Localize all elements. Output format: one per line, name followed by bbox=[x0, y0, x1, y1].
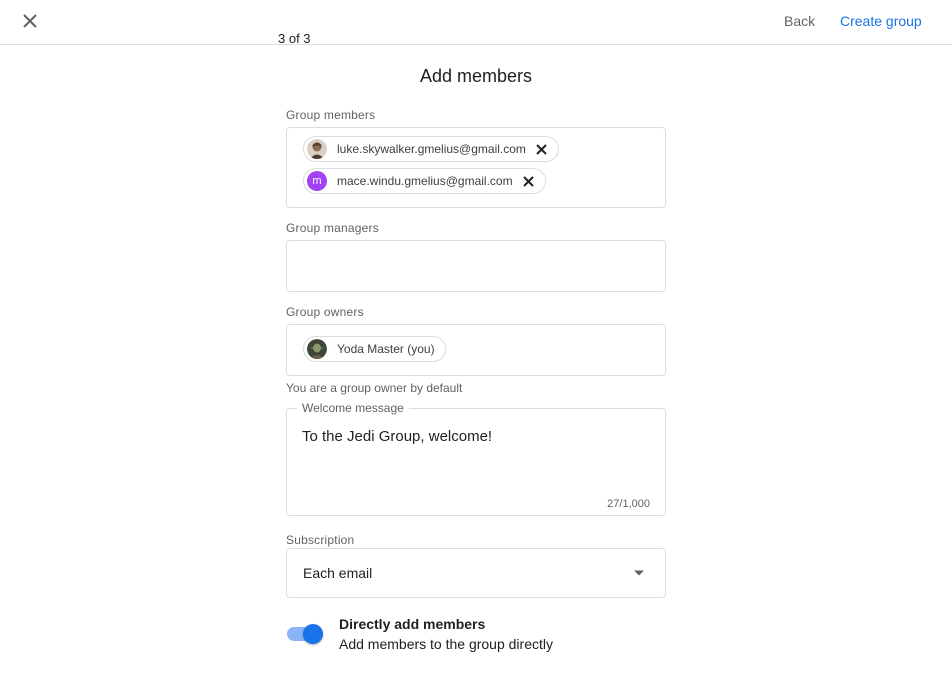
character-counter: 27/1,000 bbox=[607, 498, 650, 510]
member-chip[interactable]: luke.skywalker.gmelius@gmail.com bbox=[303, 136, 559, 162]
close-button[interactable] bbox=[18, 9, 42, 33]
group-owners-field[interactable]: Yoda Master (you) bbox=[286, 324, 666, 376]
owner-chip[interactable]: Yoda Master (you) bbox=[303, 336, 446, 362]
owner-helper-text: You are a group owner by default bbox=[286, 381, 463, 395]
group-members-field[interactable]: luke.skywalker.gmelius@gmail.com m mace.… bbox=[286, 127, 666, 208]
welcome-message-label: Welcome message bbox=[297, 401, 409, 415]
back-button[interactable]: Back bbox=[784, 13, 815, 29]
member-chip-label: luke.skywalker.gmelius@gmail.com bbox=[337, 142, 526, 156]
group-managers-field[interactable] bbox=[286, 240, 666, 292]
close-icon bbox=[523, 175, 534, 187]
mace-avatar: m bbox=[307, 171, 327, 191]
owner-chip-label: Yoda Master (you) bbox=[337, 342, 435, 356]
luke-avatar bbox=[307, 139, 327, 159]
toggle-thumb bbox=[303, 624, 323, 644]
step-indicator: 3 of 3 bbox=[278, 31, 311, 46]
close-icon bbox=[536, 143, 548, 155]
remove-member-button[interactable] bbox=[534, 141, 550, 157]
page-title: Add members bbox=[419, 66, 533, 86]
remove-member-button[interactable] bbox=[521, 173, 537, 189]
group-members-label: Group members bbox=[286, 108, 376, 122]
direct-add-title: Directly add members bbox=[339, 616, 486, 632]
avatar-letter: m bbox=[312, 175, 322, 187]
group-owners-label: Group owners bbox=[286, 305, 364, 319]
yoda-avatar bbox=[307, 339, 327, 359]
direct-add-description: Add members to the group directly bbox=[339, 636, 553, 652]
dropdown-arrow-icon bbox=[634, 570, 644, 576]
subscription-select[interactable]: Each email bbox=[286, 548, 666, 598]
create-group-button[interactable]: Create group bbox=[840, 13, 922, 29]
direct-add-toggle[interactable] bbox=[286, 622, 324, 646]
welcome-message-text[interactable]: To the Jedi Group, welcome! bbox=[302, 428, 492, 445]
welcome-message-field[interactable]: Welcome message To the Jedi Group, welco… bbox=[286, 401, 666, 516]
member-chip[interactable]: m mace.windu.gmelius@gmail.com bbox=[303, 168, 546, 194]
group-managers-label: Group managers bbox=[286, 221, 379, 235]
top-bar: 3 of 3 Back Create group bbox=[0, 0, 952, 46]
member-chip-label: mace.windu.gmelius@gmail.com bbox=[337, 174, 513, 188]
subscription-label: Subscription bbox=[286, 533, 355, 547]
subscription-value: Each email bbox=[303, 565, 373, 581]
close-icon bbox=[23, 14, 37, 28]
